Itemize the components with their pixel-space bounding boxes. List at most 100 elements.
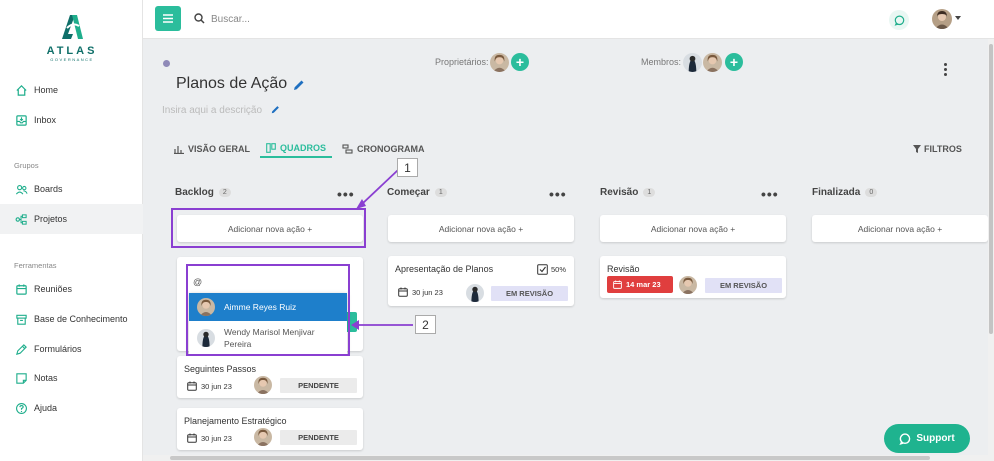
card-date: 30 jun 23 [187, 381, 232, 391]
action-card[interactable]: Seguintes Passos 30 jun 23 PENDENTE [177, 356, 363, 398]
card-date-text: 30 jun 23 [412, 287, 443, 297]
annotation-number: 1 [397, 158, 418, 177]
page-more-options-icon[interactable] [944, 63, 948, 78]
member-avatar[interactable] [683, 53, 702, 72]
inbox-icon [16, 114, 27, 126]
column-header-revisao: Revisão 1 [600, 187, 656, 198]
main-content: Planos de Ação Insira aqui a descrição P… [143, 39, 988, 461]
add-owner-button[interactable]: + [511, 53, 529, 71]
sidebar-item-inbox[interactable]: Inbox [0, 105, 143, 135]
users-icon [15, 184, 28, 195]
note-icon [16, 372, 27, 384]
column-name: Backlog [175, 187, 214, 198]
column-count: 2 [218, 188, 231, 197]
action-card[interactable]: Revisão 14 mar 23 EM REVISÃO [600, 256, 786, 298]
tab-label: VISÃO GERAL [188, 144, 251, 154]
search-icon [194, 13, 205, 24]
column-count: 0 [865, 188, 878, 197]
sidebar: ATLAS GOVERNANCE Home Inbox Grupos Board… [0, 0, 143, 461]
menu-toggle-button[interactable] [155, 6, 181, 31]
search-input[interactable] [211, 11, 511, 27]
tab-quadros[interactable]: QUADROS [260, 140, 333, 158]
sidebar-item-reunioes[interactable]: Reuniões [0, 274, 143, 304]
add-action-button-comecar[interactable]: Adicionar nova ação + [388, 215, 574, 242]
checkbox-icon [537, 264, 548, 275]
column-more-options-icon[interactable]: ••• [337, 186, 355, 202]
edit-title-icon[interactable] [293, 79, 305, 91]
sidebar-item-boards[interactable]: Boards [0, 174, 143, 204]
logo-subtext: GOVERNANCE [50, 57, 94, 62]
status-badge[interactable]: PENDENTE [280, 430, 357, 445]
filters-label: FILTROS [924, 144, 962, 154]
support-label: Support [916, 433, 955, 444]
status-badge[interactable]: EM REVISÃO [705, 278, 782, 293]
sidebar-item-label: Base de Conhecimento [34, 314, 128, 324]
column-more-options-icon[interactable]: ••• [549, 186, 567, 202]
description-placeholder[interactable]: Insira aqui a descrição [162, 105, 262, 116]
column-name: Revisão [600, 187, 639, 198]
sidebar-item-base-conhecimento[interactable]: Base de Conhecimento [0, 304, 143, 334]
edit-description-icon[interactable] [271, 105, 280, 114]
avatar-photo-icon [466, 284, 484, 302]
atlas-logo[interactable]: ATLAS GOVERNANCE [42, 12, 102, 62]
calendar-icon [613, 280, 622, 289]
avatar-photo-icon [683, 53, 702, 72]
avatar-photo-icon [703, 53, 722, 72]
action-card[interactable]: Planejamento Estratégico 30 jun 23 PENDE… [177, 408, 363, 450]
tab-visao-geral[interactable]: VISÃO GERAL [168, 141, 256, 157]
annotation-highlight-box [186, 264, 350, 356]
sidebar-item-home[interactable]: Home [0, 75, 143, 105]
hamburger-icon [163, 14, 173, 23]
action-card[interactable]: Apresentação de Planos 50% 30 jun 23 EM … [388, 256, 574, 306]
sidebar-item-ajuda[interactable]: Ajuda [0, 393, 143, 423]
chevron-down-icon[interactable] [955, 16, 961, 20]
chat-button[interactable] [889, 10, 909, 30]
status-badge[interactable]: EM REVISÃO [491, 286, 568, 301]
column-more-options-icon[interactable]: ••• [761, 186, 779, 202]
filter-icon [913, 145, 921, 153]
column-name: Finalizada [812, 187, 861, 198]
column-count: 1 [434, 188, 447, 197]
help-icon [16, 402, 27, 414]
box-icon [16, 314, 27, 325]
sidebar-item-notas[interactable]: Notas [0, 363, 143, 393]
tab-label: CRONOGRAMA [357, 144, 425, 154]
avatar-photo-icon [679, 276, 697, 294]
chat-icon [894, 15, 904, 26]
owner-avatar[interactable] [490, 53, 509, 72]
avatar-photo-icon [254, 428, 272, 446]
assignee-avatar[interactable] [679, 276, 697, 294]
sidebar-item-projetos[interactable]: Projetos [0, 204, 143, 234]
sidebar-item-formularios[interactable]: Formulários [0, 334, 143, 364]
add-member-button[interactable]: + [725, 53, 743, 71]
status-badge[interactable]: PENDENTE [280, 378, 357, 393]
add-action-button-revisao[interactable]: Adicionar nova ação + [600, 215, 786, 242]
assignee-avatar[interactable] [254, 376, 272, 394]
card-title: Planejamento Estratégico [184, 416, 287, 426]
card-title: Revisão [607, 264, 640, 274]
tab-cronograma[interactable]: CRONOGRAMA [336, 141, 431, 157]
add-action-button-finalizada[interactable]: Adicionar nova ação + [812, 215, 988, 242]
horizontal-scrollbar-thumb[interactable] [170, 456, 930, 460]
assignee-avatar[interactable] [466, 284, 484, 302]
column-header-backlog: Backlog 2 [175, 187, 231, 198]
projects-icon [15, 213, 27, 225]
member-avatar[interactable] [703, 53, 722, 72]
card-date-text: 30 jun 23 [201, 381, 232, 391]
card-title: Apresentação de Planos [395, 264, 494, 274]
sidebar-item-label: Boards [34, 184, 63, 194]
column-header-comecar: Começar 1 [387, 187, 447, 198]
annotation-number: 2 [415, 315, 436, 334]
board-icon [266, 143, 276, 153]
assignee-avatar[interactable] [254, 428, 272, 446]
user-avatar[interactable] [932, 9, 952, 29]
bar-chart-icon [174, 146, 184, 154]
section-label-groups: Grupos [14, 161, 39, 170]
column-header-finalizada: Finalizada 0 [812, 187, 878, 198]
home-icon [16, 84, 27, 96]
project-color-dot [163, 60, 170, 67]
filters-button[interactable]: FILTROS [913, 144, 962, 154]
support-button[interactable]: Support [884, 424, 970, 453]
vertical-scrollbar-thumb[interactable] [989, 44, 993, 334]
sidebar-item-label: Ajuda [34, 403, 58, 413]
